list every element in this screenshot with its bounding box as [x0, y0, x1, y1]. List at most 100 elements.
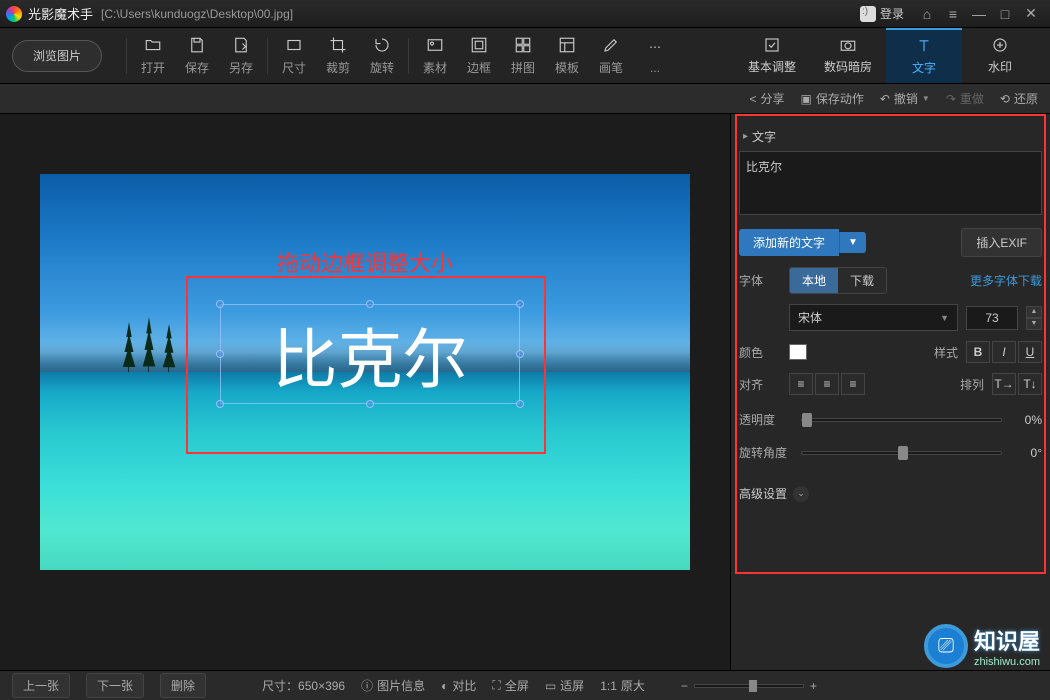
color-label: 颜色 [739, 344, 781, 361]
record-icon: ▣ [800, 92, 811, 106]
opacity-slider[interactable] [801, 418, 1002, 422]
image-dimensions: 尺寸：650×396 [262, 677, 345, 694]
window-home-button[interactable]: ⌂ [914, 3, 940, 25]
insert-exif-button[interactable]: 插入EXIF [961, 228, 1042, 257]
align-center-button[interactable]: ≡ [815, 373, 839, 395]
tab-watermark[interactable]: 水印 [962, 28, 1038, 83]
size-button[interactable]: 尺寸 [272, 35, 316, 76]
size-down-button[interactable]: ▼ [1026, 318, 1042, 330]
rotate-button[interactable]: 旋转 [360, 35, 404, 76]
zoom-out-button[interactable]: − [681, 679, 688, 693]
align-right-button[interactable]: ≡ [841, 373, 865, 395]
window-close-button[interactable]: ✕ [1018, 3, 1044, 25]
crop-button[interactable]: 裁剪 [316, 35, 360, 76]
save-icon [187, 35, 207, 55]
restore-button[interactable]: ⟲还原 [1000, 90, 1038, 107]
align-label: 对齐 [739, 376, 781, 393]
window-settings-button[interactable]: ≡ [940, 3, 966, 25]
redo-button[interactable]: ↷重做 [946, 90, 984, 107]
fullscreen-icon: ⛶ [492, 678, 500, 693]
edit-icon [763, 36, 781, 54]
bold-button[interactable]: B [966, 341, 990, 363]
text-icon [915, 37, 933, 55]
watermark-brand: ⎚ 知识屋 zhishiwu.com [924, 624, 1040, 668]
frame-button[interactable]: 边框 [457, 35, 501, 76]
underline-button[interactable]: U [1018, 341, 1042, 363]
rotate-slider[interactable] [801, 451, 1002, 455]
watermark-icon [991, 36, 1009, 54]
material-button[interactable]: 素材 [413, 35, 457, 76]
fit-icon: ▭ [545, 679, 556, 693]
save-button[interactable]: 保存 [175, 35, 219, 76]
next-image-button[interactable]: 下一张 [86, 673, 144, 698]
image-preview[interactable]: 拖动边框调整大小 比克尔 [40, 174, 690, 570]
fit-screen-button[interactable]: ▭适屏 [545, 677, 584, 694]
browse-images-button[interactable]: 浏览图片 [12, 40, 102, 72]
window-minimize-button[interactable]: — [966, 3, 992, 25]
saveas-button[interactable]: 另存 [219, 35, 263, 76]
prev-image-button[interactable]: 上一张 [12, 673, 70, 698]
more-icon: ⋯ [645, 37, 665, 57]
tab-basic-adjust[interactable]: 基本调整 [734, 28, 810, 83]
italic-button[interactable]: I [992, 341, 1016, 363]
info-icon: ⓘ [361, 677, 373, 694]
more-button[interactable]: ⋯... [633, 37, 677, 75]
brand-name: 知识屋 [974, 624, 1040, 656]
undo-button[interactable]: ↶撤销▼ [880, 90, 930, 107]
brand-url: zhishiwu.com [974, 656, 1040, 668]
canvas-area[interactable]: 拖动边框调整大小 比克尔 [0, 114, 730, 670]
rotate-value: 0° [1012, 446, 1042, 460]
face-icon [860, 6, 876, 22]
undo-icon: ↶ [880, 92, 890, 106]
app-logo [6, 6, 22, 22]
zoom-slider[interactable] [694, 684, 804, 688]
text-input[interactable] [739, 151, 1042, 215]
compare-button[interactable]: ◐对比 [441, 677, 476, 694]
color-swatch[interactable] [789, 344, 807, 360]
fullscreen-button[interactable]: ⛶全屏 [492, 677, 528, 694]
font-label: 字体 [739, 272, 781, 289]
camera-icon [839, 36, 857, 54]
zoom-in-button[interactable]: + [810, 679, 817, 693]
panel-header[interactable]: 文字 [739, 122, 1042, 151]
collage-button[interactable]: 拼图 [501, 35, 545, 76]
more-fonts-link[interactable]: 更多字体下载 [970, 272, 1042, 289]
font-tab-local[interactable]: 本地 [790, 268, 838, 293]
advanced-settings-toggle[interactable]: 高级设置⌄ [739, 485, 1042, 502]
window-maximize-button[interactable]: □ [992, 3, 1018, 25]
align-left-button[interactable]: ≡ [789, 373, 813, 395]
share-button[interactable]: <分享 [749, 90, 784, 107]
chevron-down-icon[interactable]: ▼ [839, 232, 866, 253]
tab-text[interactable]: 文字 [886, 28, 962, 83]
tab-darkroom[interactable]: 数码暗房 [810, 28, 886, 83]
add-text-button[interactable]: 添加新的文字▼ [739, 229, 866, 256]
font-size-input[interactable]: 73 [966, 306, 1018, 330]
open-button[interactable]: 打开 [131, 35, 175, 76]
brush-icon [601, 35, 621, 55]
vertical-text-button[interactable]: T↓ [1018, 373, 1042, 395]
original-size-button[interactable]: 1:1原大 [600, 677, 645, 694]
rotate-icon [372, 35, 392, 55]
crop-icon [328, 35, 348, 55]
folder-icon [143, 35, 163, 55]
chevron-down-icon: ▼ [940, 313, 949, 323]
horizontal-text-button[interactable]: T→ [992, 373, 1016, 395]
brand-logo-icon: ⎚ [924, 624, 968, 668]
save-action-button[interactable]: ▣保存动作 [800, 90, 863, 107]
image-info-button[interactable]: ⓘ图片信息 [361, 677, 425, 694]
template-icon [557, 35, 577, 55]
font-select[interactable]: 宋体▼ [789, 304, 958, 331]
delete-button[interactable]: 删除 [160, 673, 206, 698]
size-up-button[interactable]: ▲ [1026, 306, 1042, 318]
share-icon: < [749, 92, 756, 106]
redo-icon: ↷ [946, 92, 956, 106]
brush-button[interactable]: 画笔 [589, 35, 633, 76]
login-button[interactable]: 登录 [860, 5, 904, 22]
annotation-text: 拖动边框调整大小 [277, 246, 453, 278]
overlay-text[interactable]: 比克尔 [220, 304, 520, 404]
compare-icon: ◐ [441, 679, 448, 693]
text-overlay[interactable]: 比克尔 [220, 304, 520, 404]
font-tab-download[interactable]: 下载 [838, 268, 886, 293]
template-button[interactable]: 模板 [545, 35, 589, 76]
saveas-icon [231, 35, 251, 55]
